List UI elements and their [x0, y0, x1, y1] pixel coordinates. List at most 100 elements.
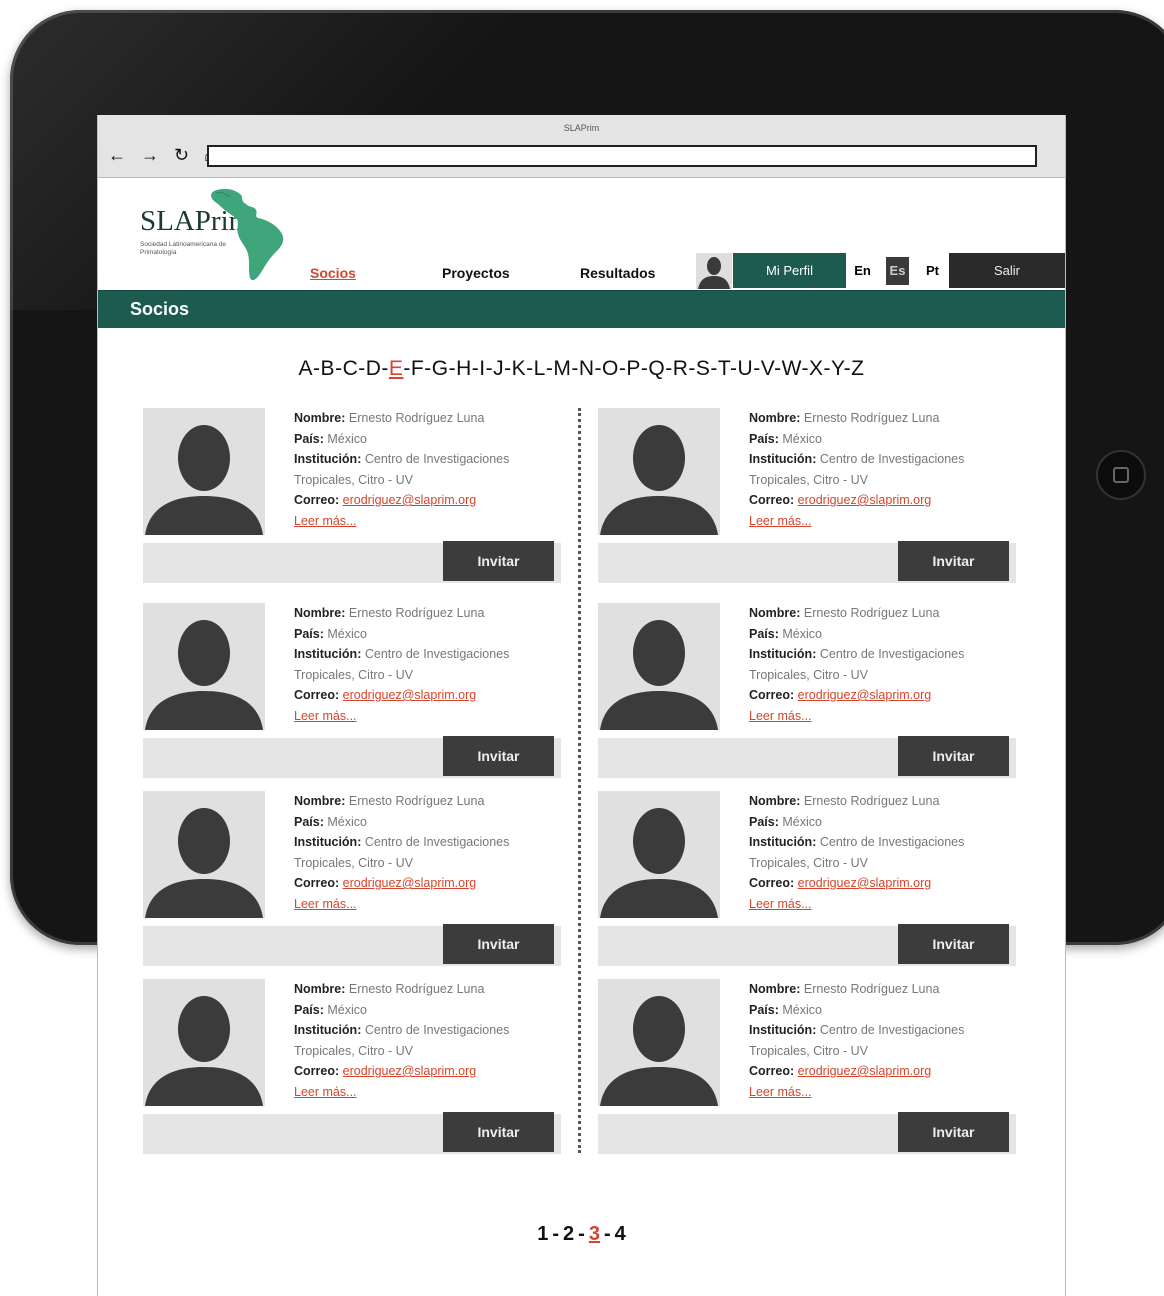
alphabet-letter-u[interactable]: U: [738, 357, 754, 380]
lang-pt-button[interactable]: Pt: [921, 257, 944, 285]
logout-button[interactable]: Salir: [949, 253, 1065, 288]
member-country: México: [327, 626, 367, 641]
member-info: Nombre: Ernesto Rodríguez Luna País: Méxi…: [294, 603, 564, 726]
member-email-link[interactable]: erodriguez@slaprim.org: [798, 876, 932, 890]
alphabet-separator: -: [485, 357, 494, 380]
member-email-link[interactable]: erodriguez@slaprim.org: [343, 876, 477, 890]
invite-button[interactable]: Invitar: [898, 736, 1009, 776]
alphabet-letter-l[interactable]: L: [534, 357, 546, 380]
page-link-2[interactable]: 2: [563, 1223, 574, 1245]
alphabet-letter-q[interactable]: Q: [648, 357, 665, 380]
browser-nav: ← → ↻ ⌂: [108, 145, 220, 166]
alphabet-letter-h[interactable]: H: [456, 357, 472, 380]
nav-proyectos[interactable]: Proyectos: [442, 265, 510, 281]
invite-button[interactable]: Invitar: [443, 1112, 554, 1152]
invite-button[interactable]: Invitar: [898, 541, 1009, 581]
mi-perfil-button[interactable]: Mi Perfil: [733, 253, 846, 288]
member-email-link[interactable]: erodriguez@slaprim.org: [343, 1064, 477, 1078]
user-avatar[interactable]: [696, 253, 732, 289]
invite-button[interactable]: Invitar: [443, 736, 554, 776]
url-input[interactable]: [207, 145, 1037, 167]
invite-button[interactable]: Invitar: [898, 1112, 1009, 1152]
read-more-link[interactable]: Leer más...: [749, 514, 812, 528]
alphabet-letter-d[interactable]: D: [366, 357, 382, 380]
alphabet-letter-w[interactable]: W: [782, 357, 802, 380]
lang-es-button[interactable]: Es: [886, 257, 909, 285]
alphabet-letter-g[interactable]: G: [432, 357, 449, 380]
alphabet-letter-t[interactable]: T: [718, 357, 730, 380]
read-more-link[interactable]: Leer más...: [749, 1085, 812, 1099]
alphabet-letter-p[interactable]: P: [626, 357, 641, 380]
alphabet-letter-o[interactable]: O: [602, 357, 619, 380]
member-email-link[interactable]: erodriguez@slaprim.org: [798, 688, 932, 702]
institution-label: Institución:: [294, 452, 362, 466]
institution-label: Institución:: [294, 835, 362, 849]
read-more-link[interactable]: Leer más...: [749, 897, 812, 911]
alphabet-letter-b[interactable]: B: [321, 357, 336, 380]
nav-socios[interactable]: Socios: [310, 265, 356, 281]
alphabet-separator: -: [335, 357, 343, 380]
alphabet-separator: -: [774, 357, 782, 380]
alphabet-letter-j[interactable]: J: [493, 357, 504, 380]
member-email-link[interactable]: erodriguez@slaprim.org: [798, 1064, 932, 1078]
member-info: Nombre: Ernesto Rodríguez Luna País: Méxi…: [294, 979, 564, 1102]
read-more-link[interactable]: Leer más...: [294, 514, 357, 528]
alphabet-letter-e[interactable]: E: [389, 357, 404, 380]
name-label: Nombre:: [294, 794, 346, 808]
read-more-link[interactable]: Leer más...: [294, 1085, 357, 1099]
alphabet-separator: -: [403, 357, 411, 380]
alphabet-separator: -: [526, 357, 534, 380]
alphabet-separator: -: [665, 357, 673, 380]
invite-button[interactable]: Invitar: [898, 924, 1009, 964]
alphabet-letter-n[interactable]: N: [579, 357, 595, 380]
forward-arrow-icon[interactable]: →: [141, 145, 164, 166]
member-email-link[interactable]: erodriguez@slaprim.org: [798, 493, 932, 507]
alphabet-letter-a[interactable]: A: [299, 357, 314, 380]
invite-button[interactable]: Invitar: [443, 924, 554, 964]
member-name: Ernesto Rodríguez Luna: [348, 411, 485, 425]
alphabet-separator: -: [424, 357, 432, 380]
alphabet-letter-s[interactable]: S: [696, 357, 711, 380]
home-button[interactable]: [1096, 450, 1146, 500]
refresh-icon[interactable]: ↻: [174, 145, 194, 166]
email-label: Correo:: [294, 493, 340, 507]
read-more-link[interactable]: Leer más...: [749, 709, 812, 723]
alphabet-letter-k[interactable]: K: [512, 357, 527, 380]
alphabet-letter-v[interactable]: V: [761, 357, 774, 380]
member-email-link[interactable]: erodriguez@slaprim.org: [343, 688, 477, 702]
alphabet-separator: -: [594, 357, 602, 380]
back-arrow-icon[interactable]: ←: [108, 145, 131, 166]
member-email-link[interactable]: erodriguez@slaprim.org: [343, 493, 477, 507]
nav-resultados[interactable]: Resultados: [580, 265, 655, 281]
member-card: Nombre: Ernesto Rodríguez Luna País: Méxi…: [143, 791, 563, 966]
lang-en-button[interactable]: En: [851, 257, 874, 285]
person-silhouette-icon: [600, 996, 718, 1106]
member-institution: Centro de Investigaciones: [364, 1023, 510, 1037]
read-more-link[interactable]: Leer más...: [294, 897, 357, 911]
read-more-link[interactable]: Leer más...: [294, 709, 357, 723]
member-institution: Centro de Investigaciones: [819, 1023, 965, 1037]
alphabet-separator: -: [313, 357, 321, 380]
person-silhouette-icon: [600, 620, 718, 730]
member-info: Nombre: Ernesto Rodríguez Luna País: Méxi…: [749, 408, 1019, 531]
member-country: México: [782, 814, 822, 829]
alphabet-letter-x[interactable]: X: [809, 357, 824, 380]
alphabet-letter-c[interactable]: C: [343, 357, 359, 380]
alphabet-letter-m[interactable]: M: [553, 357, 571, 380]
latin-america-map-icon: [211, 188, 284, 281]
alphabet-separator: -: [823, 357, 832, 380]
name-label: Nombre:: [749, 606, 801, 620]
invite-button[interactable]: Invitar: [443, 541, 554, 581]
member-card: Nombre: Ernesto Rodríguez Luna País: Méxi…: [598, 408, 1018, 583]
alphabet-letter-f[interactable]: F: [411, 357, 424, 380]
column-divider: [578, 408, 581, 1153]
alphabet-letter-z[interactable]: Z: [851, 357, 864, 380]
member-institution-cont: Tropicales, Citro - UV: [294, 1043, 414, 1058]
page-link-3[interactable]: 3: [589, 1223, 600, 1245]
home-button-icon: [1113, 467, 1129, 483]
alphabet-letter-r[interactable]: R: [673, 357, 689, 380]
page-link-4[interactable]: 4: [615, 1223, 626, 1245]
email-label: Correo:: [749, 493, 795, 507]
page-link-1[interactable]: 1: [537, 1223, 548, 1245]
alphabet-letter-y[interactable]: Y: [831, 357, 844, 380]
